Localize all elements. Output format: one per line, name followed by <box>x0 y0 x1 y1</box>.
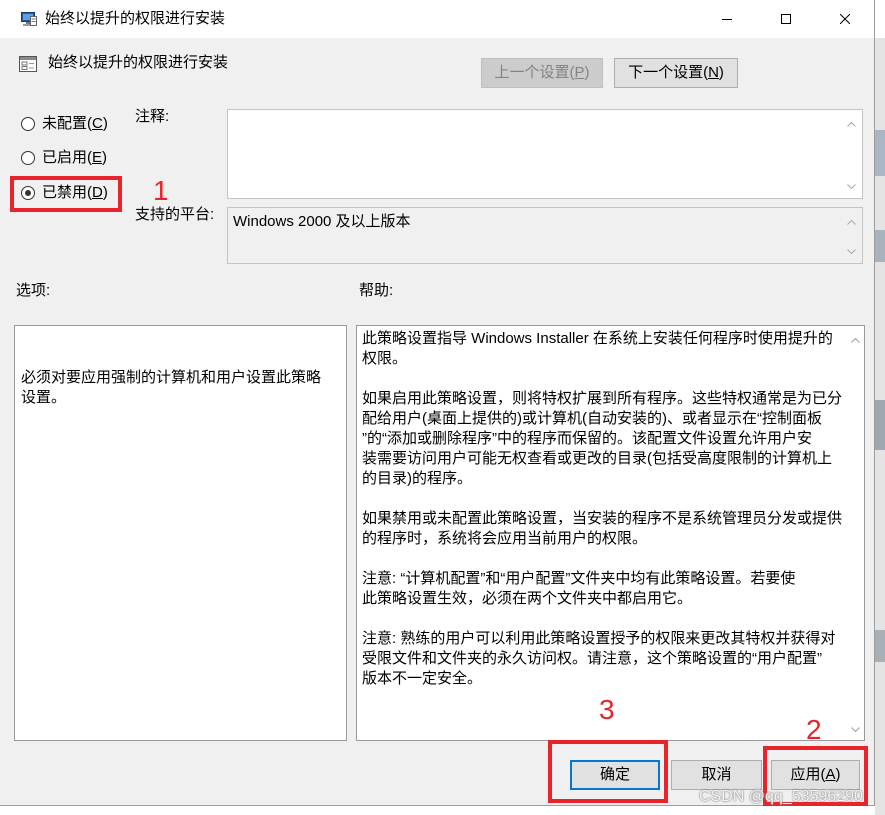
help-line: 注意: 熟练的用户可以利用此策略设置授予的权限来更改其特权并获得对 <box>362 630 836 647</box>
help-line: 如果启用此策略设置，则将特权扩展到所有程序。这些特权通常是为已分 <box>362 390 843 407</box>
background-window-bottom <box>0 806 875 815</box>
options-label: 选项: <box>16 282 51 299</box>
radio-label-suffix: ) <box>102 149 108 166</box>
help-paragraph: 注意: “计算机配置”和“用户配置”文件夹中均有此策略设置。若要使 此策略设置生… <box>362 569 844 609</box>
radio-enabled[interactable]: 已启用(E) <box>21 147 107 169</box>
help-paragraph: 注意: 熟练的用户可以利用此策略设置授予的权限来更改其特权并获得对 受限文件和文… <box>362 629 844 689</box>
minimize-icon <box>722 19 732 20</box>
policy-setting-icon <box>18 54 38 74</box>
radio-label: 已启用(E) <box>42 147 107 169</box>
chevron-up-icon[interactable] <box>847 220 856 225</box>
setting-title: 始终以提升的权限进行安装 <box>48 54 229 71</box>
radio-access-key: E <box>92 149 103 166</box>
chevron-down-icon[interactable] <box>851 727 860 732</box>
supported-platform-value: Windows 2000 及以上版本 <box>233 213 411 230</box>
next-setting-button[interactable]: 下一个设置(N) <box>614 58 738 88</box>
help-line: 如果禁用或未配置此策略设置，当安装的程序不是系统管理员分发或提供 <box>362 510 843 527</box>
options-text: 必须对要应用强制的计算机和用户设置此策略 设置。 <box>21 368 341 408</box>
radio-label-text: 已启用( <box>42 149 92 166</box>
annotation-number: 2 <box>806 714 822 745</box>
radio-circle <box>21 151 35 165</box>
help-line: 此策略设置生效，必须在两个文件夹中都启用它。 <box>362 590 693 607</box>
annotation-number: 3 <box>599 694 615 725</box>
chevron-up-icon[interactable] <box>851 338 860 343</box>
help-text: 此策略设置指导 Windows Installer 在系统上安装任何程序时使用提… <box>362 329 844 709</box>
previous-setting-button[interactable]: 上一个设置(P) <box>481 58 603 88</box>
options-line: 必须对要应用强制的计算机和用户设置此策略 <box>21 369 322 386</box>
maximize-button[interactable] <box>763 0 809 38</box>
chevron-down-icon[interactable] <box>847 249 856 254</box>
help-line: 配给用户(桌面上提供的)或计算机(自动安装的)、或者显示在“控制面板 <box>362 410 822 427</box>
button-access-key: N <box>708 64 719 81</box>
help-line: 受限文件和文件夹的永久访问权。请注意，这个策略设置的“用户配置” <box>362 650 822 667</box>
supported-platform-label: 支持的平台: <box>135 206 215 223</box>
help-paragraph: 如果启用此策略设置，则将特权扩展到所有程序。这些特权通常是为已分 配给用户(桌面… <box>362 389 844 489</box>
policy-setting-dialog: 始终以提升的权限进行安装 始终以提升的权限进行安装 上一个设置(P) 下一个设置… <box>0 0 875 806</box>
radio-label-text: 未配置( <box>42 115 92 132</box>
radio-access-key: C <box>92 115 103 132</box>
help-line: ”的“添加或删除程序”中的程序而保留的。该配置文件设置允许用户安 <box>362 430 812 447</box>
maximize-icon <box>781 14 791 24</box>
help-panel: 此策略设置指导 Windows Installer 在系统上安装任何程序时使用提… <box>356 325 865 741</box>
button-label-suffix: ) <box>584 64 590 81</box>
close-icon <box>840 14 850 24</box>
screen: 始终以提升的权限进行安装 始终以提升的权限进行安装 上一个设置(P) 下一个设置… <box>0 0 885 815</box>
button-label: 上一个设置( <box>494 64 575 81</box>
help-paragraph: 此策略设置指导 Windows Installer 在系统上安装任何程序时使用提… <box>362 329 844 369</box>
help-line: 此策略设置指导 Windows Installer 在系统上安装任何程序时使用提… <box>362 330 833 347</box>
background-window-strip <box>875 0 885 815</box>
help-line: 装需要访问用户可能无权查看或更改的目录(包括受高度限制的计算机上 <box>362 450 832 467</box>
title-bar[interactable]: 始终以提升的权限进行安装 <box>0 0 874 38</box>
help-paragraph: 如果禁用或未配置此策略设置，当安装的程序不是系统管理员分发或提供 的程序时，系统… <box>362 509 844 549</box>
group-policy-icon <box>20 10 38 28</box>
supported-platform-box: Windows 2000 及以上版本 <box>227 207 863 264</box>
button-access-key: P <box>574 64 585 81</box>
window-title: 始终以提升的权限进行安装 <box>45 10 226 27</box>
radio-circle <box>21 117 35 131</box>
help-label: 帮助: <box>359 282 394 299</box>
help-line: 注意: “计算机配置”和“用户配置”文件夹中均有此策略设置。若要使 <box>362 570 796 587</box>
help-line: 的程序时，系统将会应用当前用户的权限。 <box>362 530 648 547</box>
options-line: 设置。 <box>21 389 67 406</box>
button-label-suffix: ) <box>718 64 724 81</box>
radio-not-configured[interactable]: 未配置(C) <box>21 113 108 135</box>
close-button[interactable] <box>822 0 868 38</box>
annotation-box-disabled-option <box>10 176 122 212</box>
help-line: 的目录)的程序。 <box>362 470 472 487</box>
minimize-button[interactable] <box>704 0 750 38</box>
help-line: 权限。 <box>362 350 408 367</box>
comment-label: 注释: <box>135 108 170 125</box>
chevron-down-icon[interactable] <box>847 184 856 189</box>
help-line: 版本不一定安全。 <box>362 670 483 687</box>
button-label: 下一个设置( <box>628 64 709 81</box>
chevron-up-icon[interactable] <box>847 122 856 127</box>
comment-textarea[interactable] <box>227 109 863 199</box>
radio-label: 未配置(C) <box>42 113 108 135</box>
cancel-button[interactable]: 取消 <box>671 760 762 790</box>
watermark: CSDN @qq_53596290 <box>699 788 863 805</box>
annotation-box-ok-button <box>548 740 668 803</box>
radio-label-suffix: ) <box>102 115 108 132</box>
annotation-number: 1 <box>153 175 169 206</box>
options-panel: 必须对要应用强制的计算机和用户设置此策略 设置。 <box>14 325 347 741</box>
help-scrollbar[interactable] <box>846 326 864 740</box>
